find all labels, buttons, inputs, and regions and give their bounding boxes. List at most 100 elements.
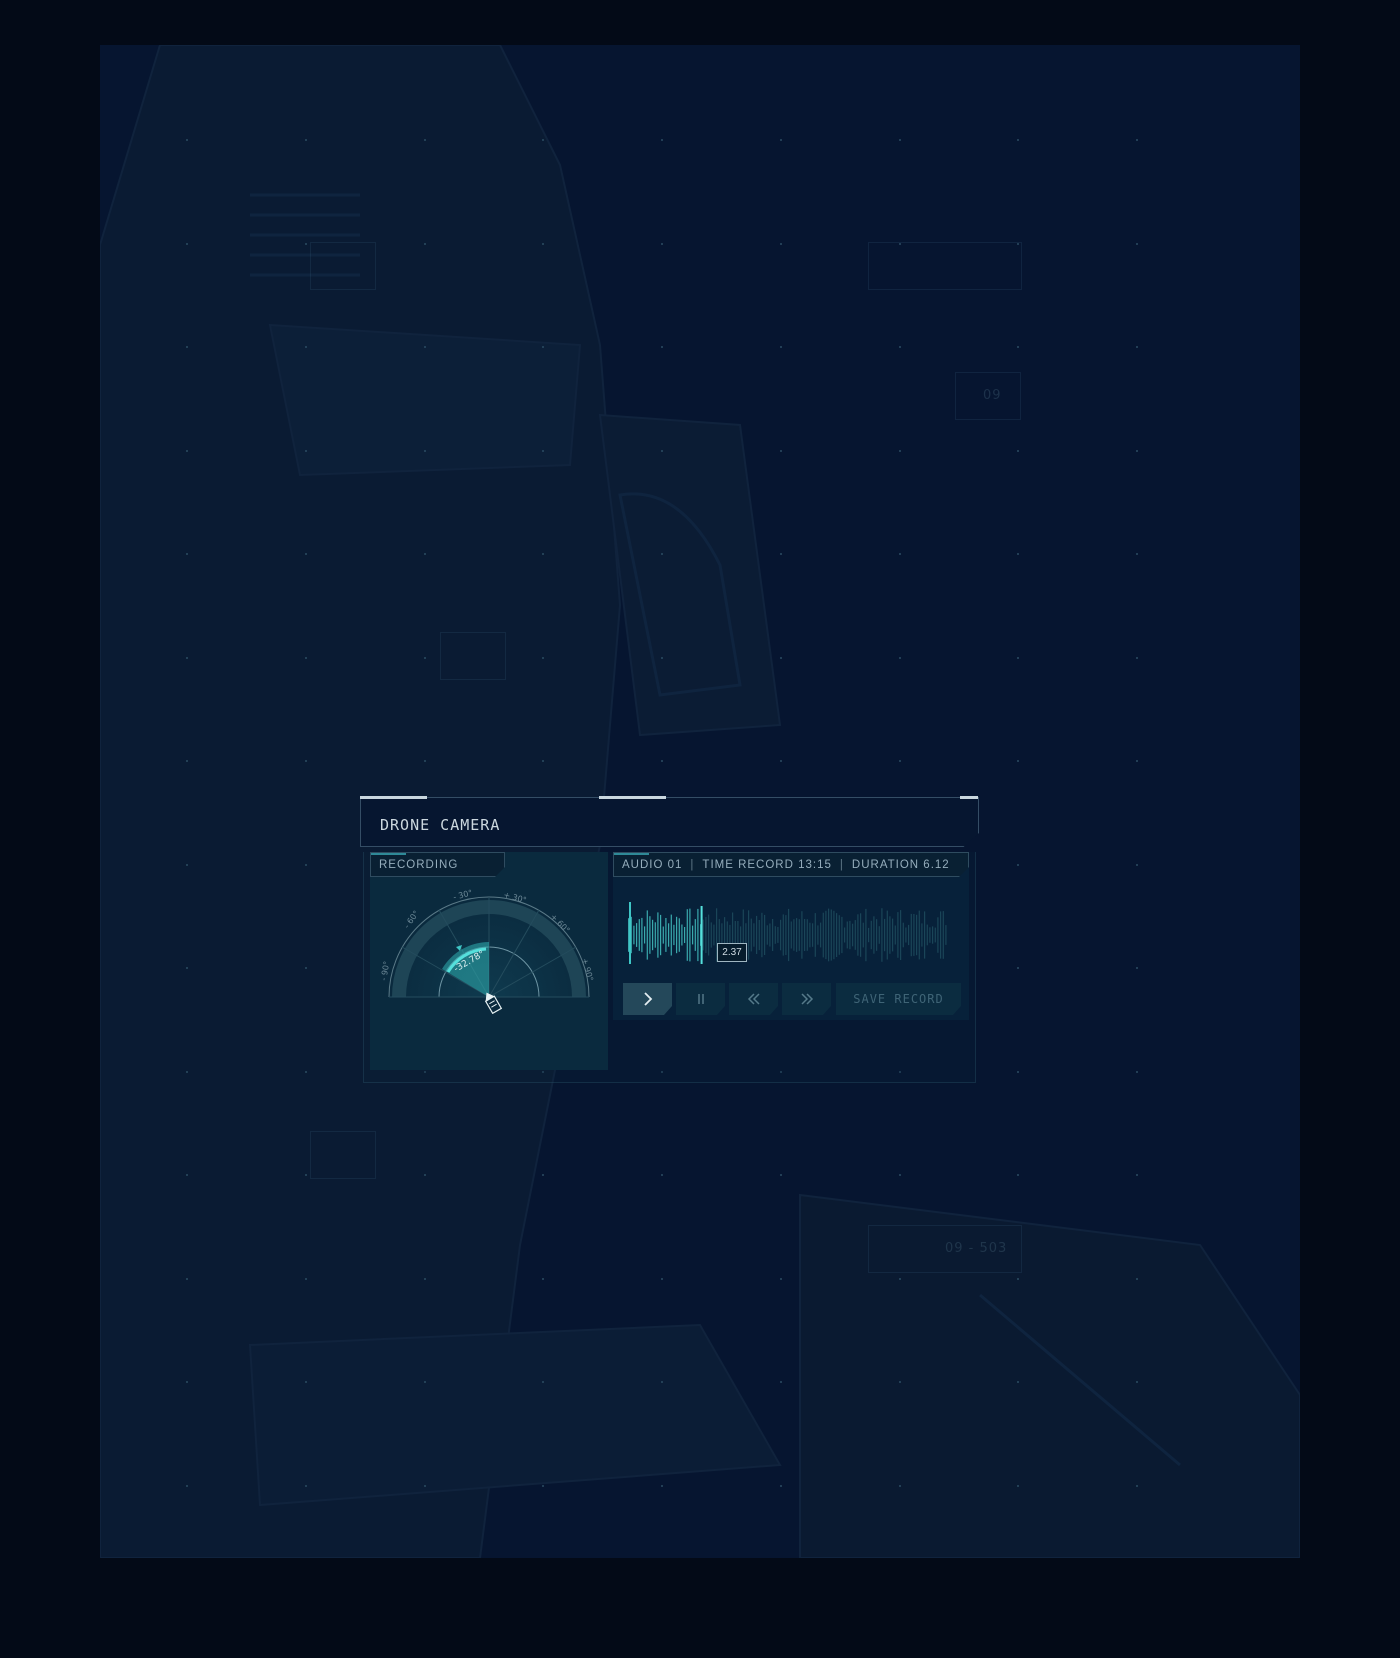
grid-dot [542, 657, 544, 659]
audio-waveform[interactable] [627, 900, 947, 970]
grid-dot [1017, 553, 1019, 555]
waveform-bar [846, 921, 848, 949]
waveform-bar [916, 914, 918, 956]
waveform-bar [804, 919, 806, 951]
grid-dot [661, 657, 663, 659]
waveform-bar [684, 927, 686, 943]
waveform-bar [838, 915, 840, 955]
pause-button[interactable] [676, 983, 725, 1015]
grid-dot [424, 346, 426, 348]
recording-angle-module: RECORDING ANGLE - 90° - 60° - 30° + 30° … [370, 852, 608, 1070]
waveform-bar [657, 912, 659, 958]
waveform-bar [788, 908, 790, 962]
grid-dot [542, 760, 544, 762]
waveform-bar [902, 922, 904, 948]
grid-dot [780, 450, 782, 452]
playhead[interactable] [700, 906, 703, 964]
grid-dot [542, 1174, 544, 1176]
grid-dot [1017, 1485, 1019, 1487]
grid-dot [780, 1485, 782, 1487]
grid-dot [424, 1381, 426, 1383]
play-icon [641, 992, 655, 1006]
waveform-bar [825, 910, 827, 960]
waveform-bar [681, 924, 683, 946]
waveform-bar [649, 916, 651, 954]
header-separator: | [690, 859, 695, 871]
grid-dot [186, 139, 188, 141]
waveform-bar [817, 925, 819, 945]
waveform-bar [646, 910, 648, 960]
save-record-button[interactable]: SAVE RECORD [836, 983, 961, 1015]
grid-dot [1017, 139, 1019, 141]
waveform-bar [796, 918, 798, 952]
waveform-bar [844, 927, 846, 943]
waveform-bar [673, 924, 675, 946]
grid-dot [542, 1278, 544, 1280]
waveform-bar [884, 918, 886, 952]
waveform-bar [654, 922, 656, 948]
fast-forward-button[interactable] [782, 983, 831, 1015]
rewind-button[interactable] [729, 983, 778, 1015]
grid-dot [542, 243, 544, 245]
waveform-bar [753, 923, 755, 947]
grid-dot [424, 553, 426, 555]
pause-icon [694, 992, 708, 1006]
waveform-bar [862, 922, 864, 948]
grid-dot [1017, 1381, 1019, 1383]
waveform-bar [766, 925, 768, 945]
angle-gauge[interactable]: - 90° - 60° - 30° + 30° + 60° + 90° -32.… [370, 877, 608, 1070]
grid-dot [661, 1174, 663, 1176]
time-record-label: TIME RECORD 13:15 [702, 859, 832, 871]
waveform-bar [670, 914, 672, 956]
grid-dot [186, 1174, 188, 1176]
grid-dot [661, 1381, 663, 1383]
grid-dot [186, 1071, 188, 1073]
grid-dot [542, 553, 544, 555]
grid-dot [186, 967, 188, 969]
grid-dot [780, 657, 782, 659]
waveform-bar [937, 917, 939, 953]
waveform-bar [908, 924, 910, 946]
grid-dot [899, 139, 901, 141]
grid-dot [305, 864, 307, 866]
waveform-bar [780, 919, 782, 951]
grid-dot [1136, 553, 1138, 555]
waveform-bar [820, 922, 822, 948]
waveform-bar [934, 927, 936, 943]
waveform-bar [905, 927, 907, 943]
grid-dot [899, 450, 901, 452]
waveform-bar [852, 923, 854, 947]
waveform-bar [705, 917, 707, 953]
waveform-bar [929, 927, 931, 943]
grid-dot [305, 243, 307, 245]
play-button[interactable] [623, 983, 672, 1015]
waveform-bar [841, 916, 843, 954]
grid-dot [1017, 450, 1019, 452]
grid-dot [780, 760, 782, 762]
grid-dot [1136, 760, 1138, 762]
grid-dot [899, 657, 901, 659]
waveform-bar [790, 921, 792, 949]
grid-dot [305, 450, 307, 452]
waveform-bar [913, 914, 915, 956]
waveform-bar [873, 916, 875, 954]
grid-dot [305, 1485, 307, 1487]
grid-dot [899, 553, 901, 555]
waveform-bar [740, 926, 742, 944]
grid-dot [661, 1485, 663, 1487]
waveform-bar [910, 913, 912, 957]
grid-dot [661, 243, 663, 245]
waveform-bar [638, 919, 640, 951]
waveform-bar [854, 920, 856, 950]
waveform-bar [689, 908, 691, 962]
waveform-bar [812, 923, 814, 947]
waveform-bar [940, 911, 942, 959]
waveform-bar [729, 924, 731, 945]
grid-dot [1136, 1381, 1138, 1383]
waveform-bar [926, 924, 928, 946]
grid-dot [899, 760, 901, 762]
panel-title-bar: DRONE CAMERA [360, 797, 979, 847]
waveform-bar [764, 914, 766, 955]
waveform-bar [806, 919, 808, 951]
waveform-bar [798, 919, 800, 951]
